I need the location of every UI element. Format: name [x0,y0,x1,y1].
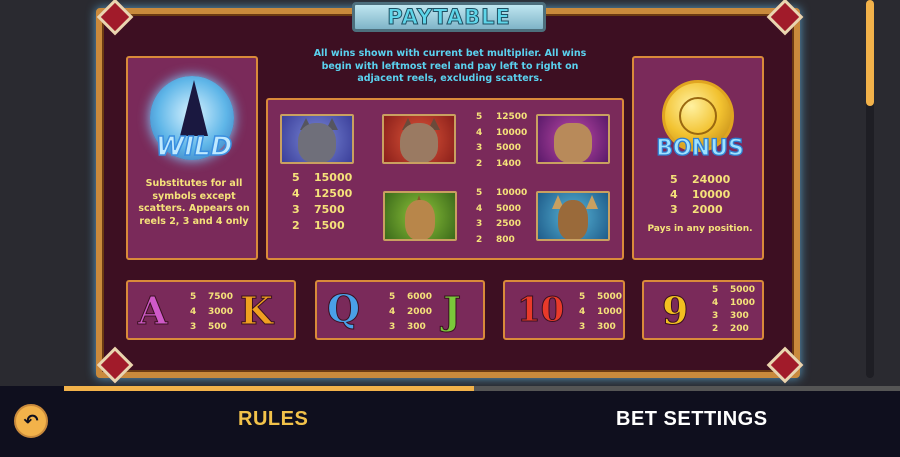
low-symbols-panel-10: 10 5 5000 4 1000 3 300 [503,280,625,340]
wild-panel: WILD Substitutes for all symbols except … [126,56,258,260]
pay-row: 5 5000 [579,292,623,302]
pay-row: 5 15000 [292,171,353,184]
pay-row: 5 7500 [190,292,234,302]
a-k-paytable: 5 7500 4 3000 3 500 [190,290,233,335]
pay-row: 3 2500 [476,219,522,229]
back-button[interactable]: ↶ [14,404,48,438]
bonus-note: Pays in any position. [647,224,753,234]
paytable-title-plaque: PAYTABLE [352,2,546,32]
pay-row: 3 300 [579,322,616,332]
hare-deer-paytable: 5 10000 4 5000 3 2500 2 800 [476,186,527,248]
pay-row: 4 3000 [190,307,234,317]
deer-icon [536,191,610,241]
q-j-paytable: 5 6000 4 2000 3 300 [389,290,432,335]
pay-row: 3 300 [712,311,749,321]
page-progress-fill [64,386,474,391]
low-symbols-panel-a-k: A K 5 7500 4 3000 3 500 [126,280,296,340]
lynx-icon [382,114,456,164]
pay-row: 5 10000 [476,188,528,198]
pay-row: 3 500 [190,322,227,332]
pay-row: 4 1000 [579,307,623,317]
letter-k-symbol: K [239,288,274,334]
pay-row: 4 10000 [670,188,731,201]
letter-a-symbol: A [137,288,168,334]
lynx-owl-paytable: 5 12500 4 10000 3 5000 2 1400 [476,110,527,172]
tab-bet-settings[interactable]: BET SETTINGS [616,408,768,431]
pay-row: 3 2000 [670,203,723,216]
tab-rules[interactable]: RULES [238,408,308,431]
nine-paytable: 5 5000 4 1000 3 300 2 200 [712,284,755,336]
pay-row: 5 6000 [389,292,433,302]
pay-row: 2 1500 [292,219,345,232]
wolf-paytable: 5 15000 4 12500 3 7500 2 1500 [292,170,352,234]
bonus-panel: BONUS 5 24000 4 10000 3 2000 Pays in any po… [632,56,764,260]
bonus-paytable: 5 24000 4 10000 3 2000 [670,172,750,217]
back-arrow-icon: ↶ [23,410,39,432]
bonus-label: BONUS [656,135,745,161]
letter-j-symbol: J [443,288,462,334]
low-symbols-panel-9: 9 5 5000 4 1000 3 300 2 200 [642,280,764,340]
pay-row: 4 10000 [476,127,528,138]
wild-label: WILD [155,131,233,163]
pay-row: 2 200 [712,324,749,334]
pay-row: 5 12500 [476,112,528,122]
ten-paytable: 5 5000 4 1000 3 300 [579,290,622,335]
number-10-symbol: 10 [516,290,565,331]
scrollbar-thumb[interactable] [866,0,874,106]
wild-description: Substitutes for all symbols except scatt… [138,178,250,227]
hare-icon [383,191,457,241]
pay-row: 3 7500 [292,203,345,216]
pay-row: 2 1400 [476,158,522,169]
pay-row: 4 12500 [292,187,353,200]
owl-icon [536,114,610,164]
pay-row: 3 5000 [476,143,522,153]
number-9-symbol: 9 [661,288,689,334]
page-title: PAYTABLE [387,5,511,30]
letter-q-symbol: Q [326,286,361,332]
howling-wolf-icon [180,80,208,136]
pay-row: 4 5000 [476,203,522,214]
pay-row: 5 5000 [712,285,756,295]
pay-row: 5 24000 [670,173,731,186]
pay-row: 3 300 [389,322,426,332]
pay-row: 2 800 [476,234,515,245]
pay-row: 4 1000 [712,298,756,308]
paytable-intro-text: All wins shown with current bet multipli… [313,48,587,84]
wolf-icon [280,114,354,164]
pay-row: 4 2000 [389,307,433,317]
low-symbols-panel-q-j: Q J 5 6000 4 2000 3 300 [315,280,485,340]
